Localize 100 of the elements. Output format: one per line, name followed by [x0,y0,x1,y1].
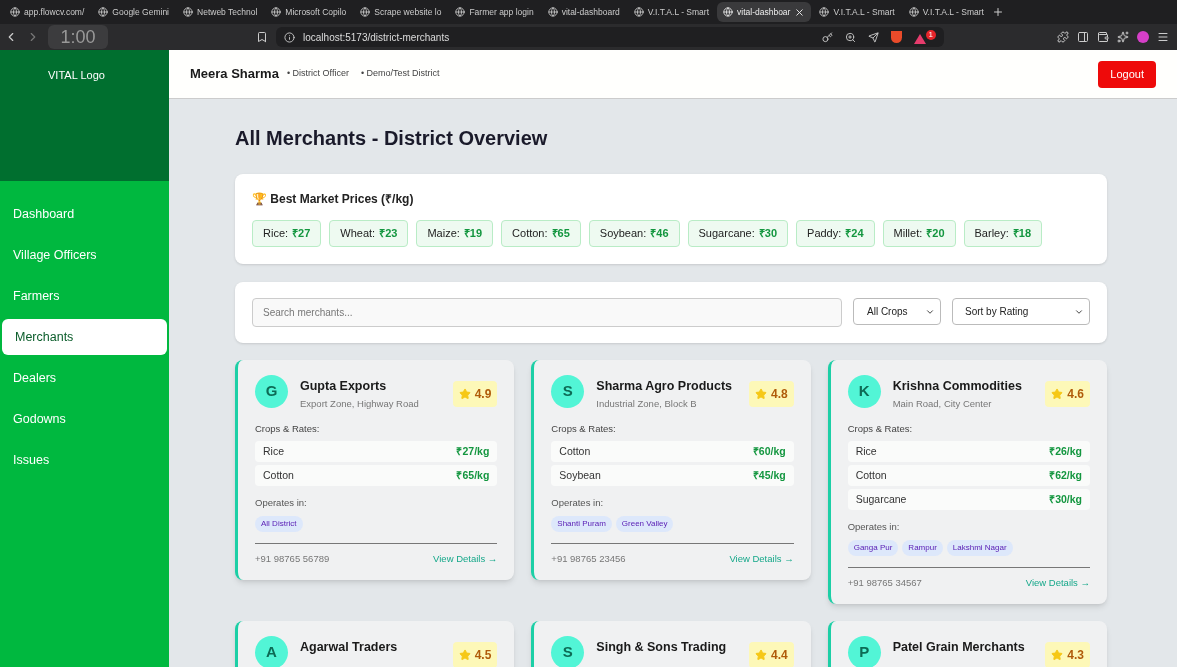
price-chip: Paddy: ₹24 [796,220,875,247]
menu-icon[interactable] [1157,31,1169,43]
section-label: Operates in: [255,496,308,511]
merchant-name: Agarwal Traders [300,638,399,656]
bookmark-icon[interactable] [256,31,268,43]
tab-title: Farmer app login [469,5,534,19]
star-icon [1051,388,1064,400]
crop-name: Soybean [559,467,601,483]
globe-icon [908,7,919,17]
key-icon[interactable] [821,31,833,43]
area-tag: Ganga Pur [847,539,899,556]
shield-icon[interactable] [890,31,902,43]
merchant-name: Patel Grain Merchants [892,638,1026,656]
price-chip: Sugarcane: ₹30 [687,220,789,247]
star-icon [754,388,767,400]
wallet-icon[interactable] [1097,31,1109,43]
rating-badge: 4.4 [748,641,794,667]
merchant-name: Gupta Exports [300,378,388,395]
crop-price: ₹60/kg [752,443,786,459]
section-label: Crops & Rates: [255,422,321,436]
merchant-address: Industrial Zone, Block B [596,397,698,411]
new-tab-icon[interactable] [991,6,1004,18]
price-chip: Cotton: ₹65 [501,220,581,247]
page-title: All Merchants - District Overview [235,126,549,151]
section-label: Crops & Rates: [551,422,617,436]
browser-tab[interactable]: vital-dashboar [717,2,812,22]
merchant-name: Sharma Agro Products [596,378,733,395]
globe-icon [455,7,466,17]
crop-name: Cotton [559,443,591,459]
star-icon [1051,648,1064,661]
browser-tab[interactable]: vital-dashboard [541,2,626,22]
globe-icon [98,7,109,17]
crop-price: ₹65/kg [456,467,490,483]
browser-tab[interactable]: app.flowcv.com/ [4,2,91,22]
sidebar-icon[interactable] [1077,31,1089,43]
avatar: G [255,375,288,408]
sidebar-item[interactable]: Merchants [2,319,167,355]
crop-price: ₹26/kg [1049,443,1082,459]
browser-tab[interactable]: V.I.T.A.L - Smart [902,2,990,22]
prices-title: 🏆 Best Market Prices (₹/kg) [252,191,415,208]
merchant-name: Singh & Sons Trading [596,638,728,656]
area-tag: All District [255,515,303,532]
globe-icon [819,7,830,17]
search-field[interactable]: Search merchants... [252,298,842,327]
crop-price: ₹27/kg [456,443,490,459]
price-chip: Maize: ₹19 [416,220,494,247]
user-district: • Demo/Test District [360,67,440,81]
browser-tab[interactable]: V.I.T.A.L - Smart [813,2,901,22]
tab-title: Microsoft Copilo [285,5,347,19]
address-bar[interactable]: localhost:5173/district-merchants 1 [276,27,944,47]
globe-icon [183,7,193,17]
tab-title: app.flowcv.com/ [24,5,85,19]
extensions-icon[interactable] [1057,31,1069,43]
globe-icon [360,7,371,17]
tab-title: vital-dashboar [737,5,791,19]
section-label: Operates in: [847,520,901,535]
crop-name: Sugarcane [855,491,907,507]
crop-name: Rice [263,443,284,459]
sort-select[interactable]: Sort by Rating [952,298,1090,325]
phone-number: +91 98765 34567 [847,575,922,590]
tab-title: vital-dashboard [561,5,620,19]
phone-number: +91 98765 23456 [551,551,626,566]
browser-tab[interactable]: V.I.T.A.L - Smart [627,2,716,22]
browser-tab[interactable]: Scrape website lo [354,2,448,22]
url-text: localhost:5173/district-merchants [303,30,450,45]
browser-tab[interactable]: Netweb Technol [177,2,264,22]
phone-number: +91 98765 56789 [255,551,330,566]
tab-title: V.I.T.A.L - Smart [647,5,710,19]
send-icon[interactable] [867,31,879,43]
browser-tab[interactable]: Microsoft Copilo [265,2,353,22]
area-tag: Green Valley [615,515,674,532]
area-tag: Rampur [902,539,943,556]
crop-price: ₹30/kg [1049,491,1082,507]
browser-tab[interactable]: Google Gemini [92,2,175,22]
sparkle-icon[interactable] [1117,31,1129,43]
rating-badge: 4.5 [452,641,498,667]
rating-badge: 4.8 [748,381,794,407]
area-tag: Shanti Puram [551,515,612,532]
logout-button[interactable]: Logout [1098,60,1156,88]
avatar: K [847,375,881,408]
globe-icon [633,7,644,17]
avatar: S [551,635,585,667]
price-chip: Rice: ₹27 [252,220,322,247]
section-label: Operates in: [551,496,605,511]
crop-select[interactable]: All Crops [853,298,941,325]
browser-tab[interactable]: Farmer app login [449,2,540,22]
section-label: Crops & Rates: [847,422,914,436]
crop-name: Rice [855,443,877,459]
merchant-address: Main Road, City Center [892,397,993,411]
crop-name: Cotton [263,467,294,483]
tab-title: Scrape website lo [374,5,442,19]
profile-icon[interactable] [1137,31,1149,43]
avatar: P [847,635,881,667]
video-timer: 1:00 [48,25,108,49]
crop-price: ₹45/kg [752,467,786,483]
zoom-icon[interactable] [844,31,856,43]
close-icon[interactable] [794,6,806,18]
globe-icon [547,7,558,17]
area-tag: Lakshmi Nagar [946,539,1013,556]
star-icon [458,388,471,400]
